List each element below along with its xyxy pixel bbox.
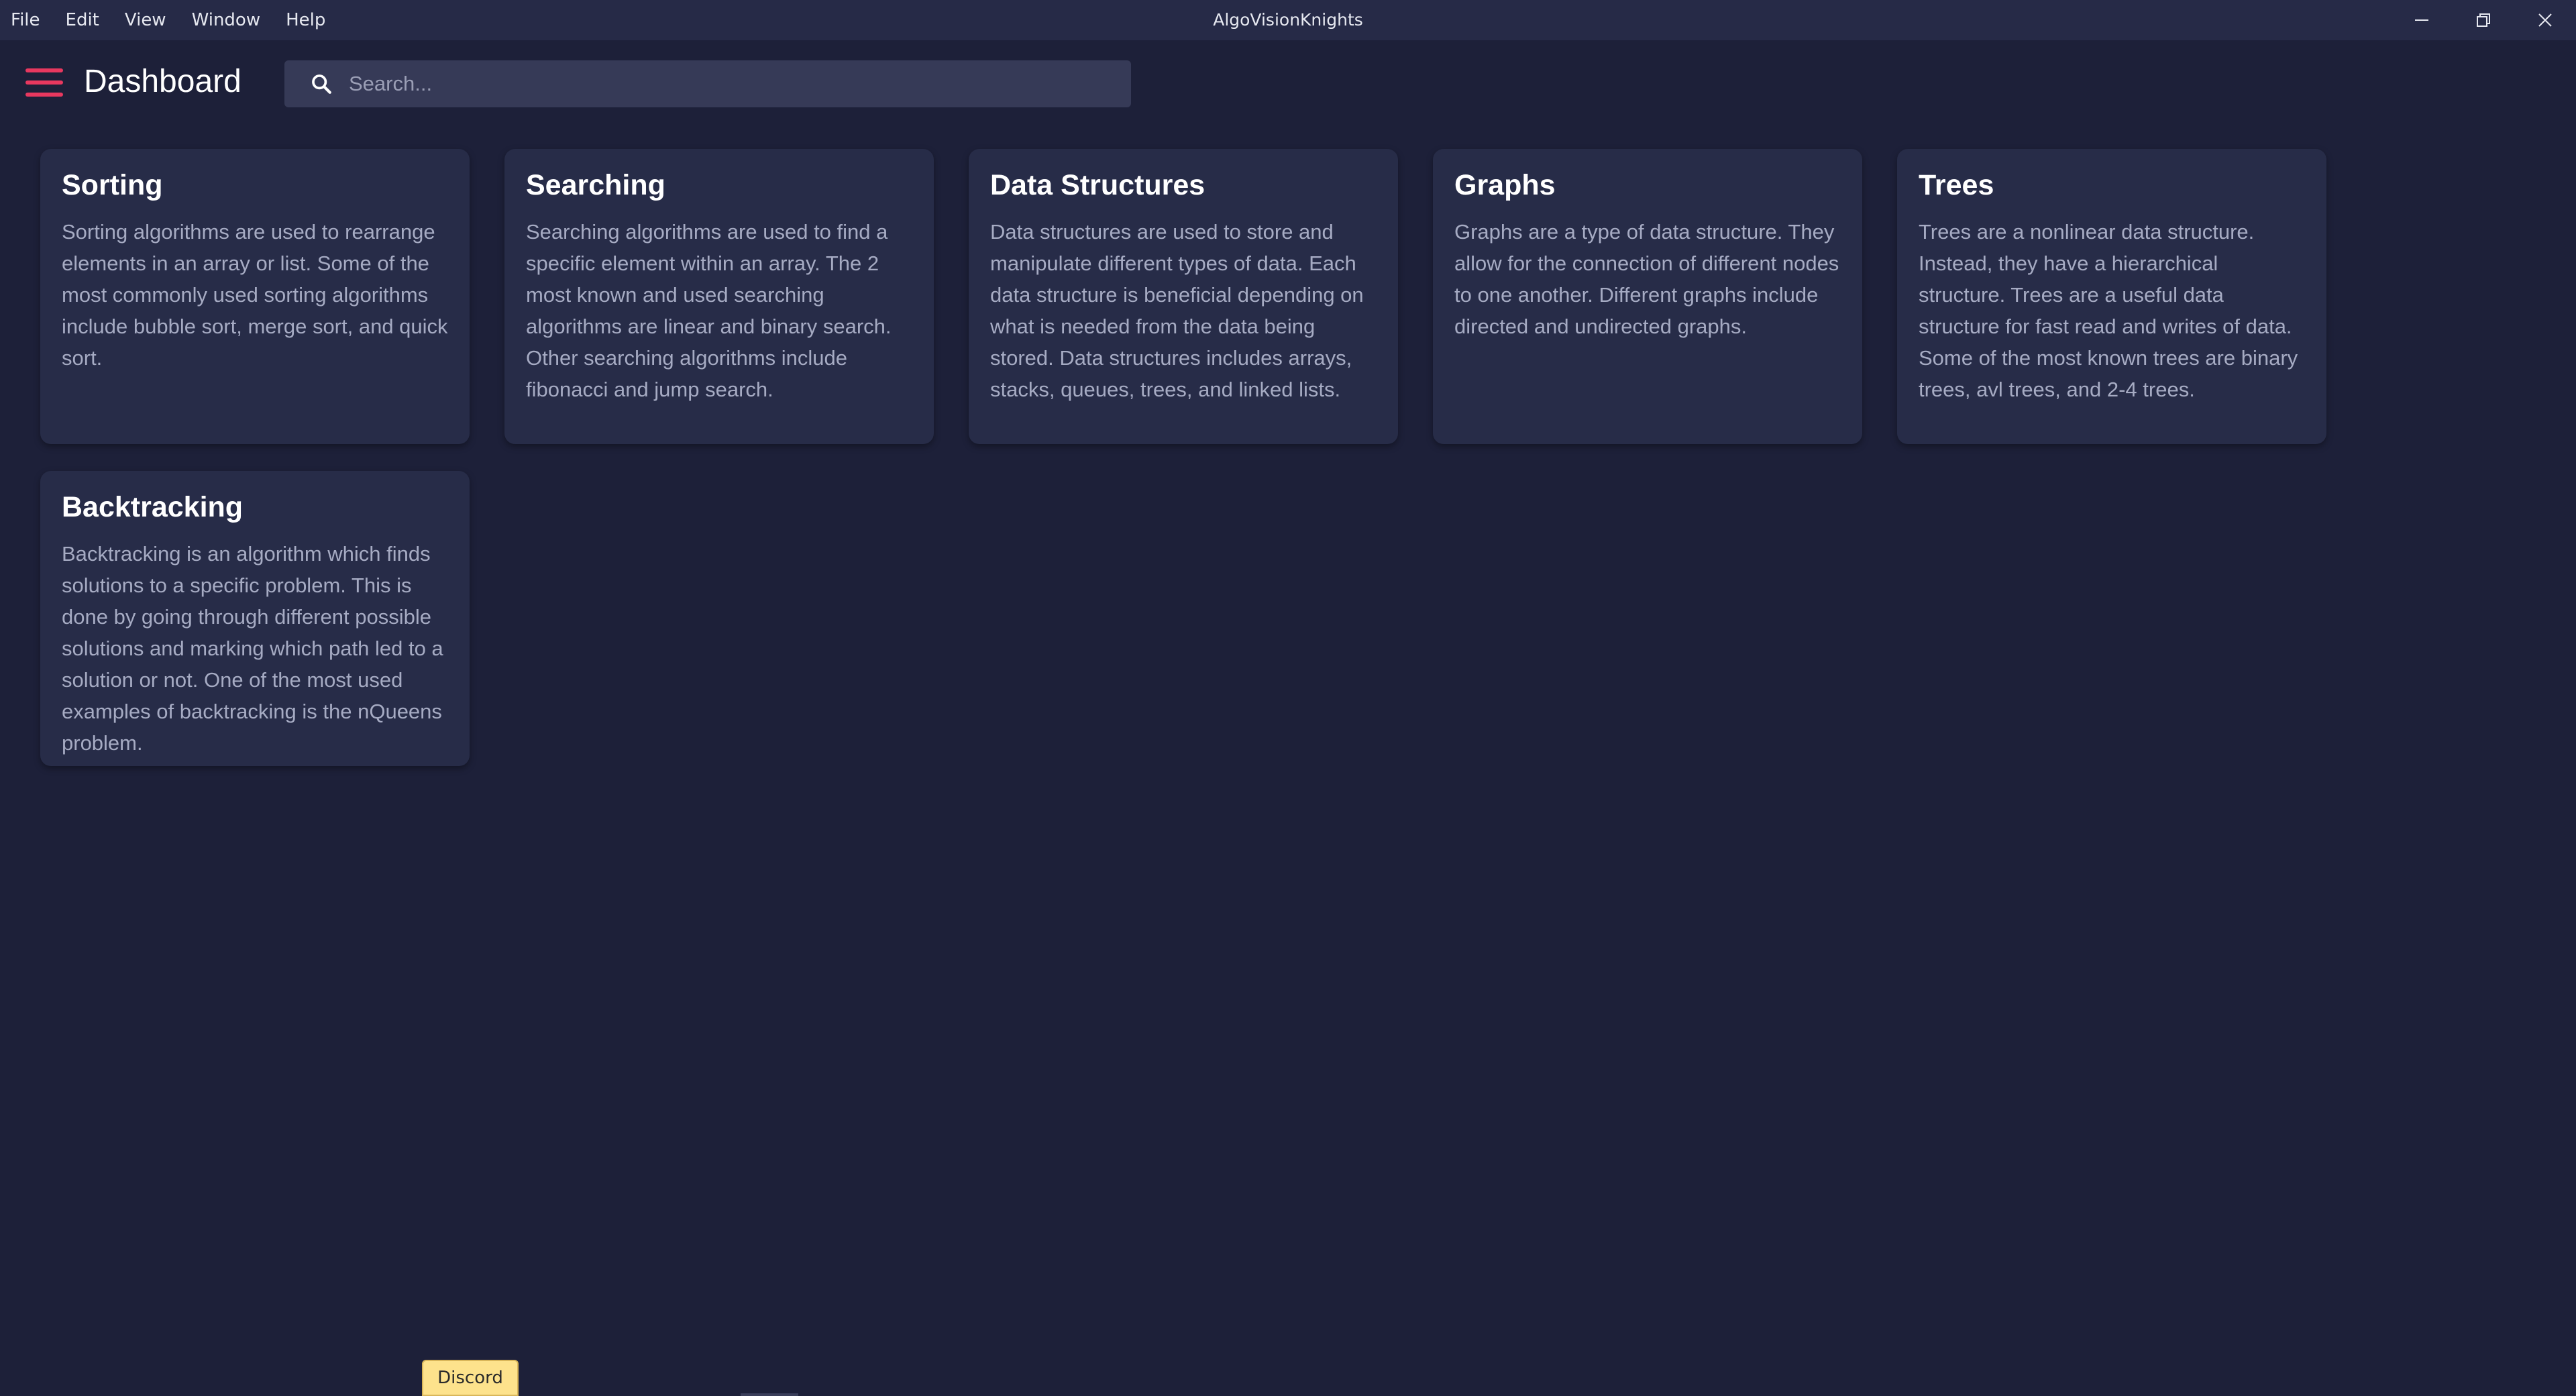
menu-view[interactable]: View [125, 10, 166, 30]
card-title: Searching [526, 169, 665, 201]
card-data-structures[interactable]: Data Structures Data structures are used… [969, 149, 1398, 444]
card-description: Data structures are used to store and ma… [990, 220, 1364, 401]
hamburger-line [25, 93, 63, 97]
card-title: Data Structures [990, 169, 1205, 201]
minimize-icon [2415, 19, 2428, 21]
search-input[interactable] [347, 64, 1131, 104]
app-header: Dashboard [0, 40, 2576, 127]
search-bar[interactable] [284, 60, 1131, 107]
menu-bar: File Edit View Window Help [0, 0, 351, 40]
title-bar: File Edit View Window Help AlgoVisionKni… [0, 0, 2576, 40]
close-button[interactable] [2514, 0, 2576, 40]
card-description: Graphs are a type of data structure. The… [1454, 220, 1839, 338]
window-title: AlgoVisionKnights [1213, 10, 1363, 30]
close-icon [2538, 13, 2552, 27]
card-title: Graphs [1454, 169, 1556, 201]
hamburger-line [25, 68, 63, 72]
restore-button[interactable] [2453, 0, 2514, 40]
card-description: Searching algorithms are used to find a … [526, 220, 892, 401]
menu-file[interactable]: File [11, 10, 40, 30]
window-controls [2391, 0, 2576, 40]
card-sorting[interactable]: Sorting Sorting algorithms are used to r… [40, 149, 470, 444]
card-title: Backtracking [62, 491, 244, 523]
card-backtracking[interactable]: Backtracking Backtracking is an algorith… [40, 471, 470, 766]
restore-icon [2477, 13, 2490, 27]
menu-window[interactable]: Window [192, 10, 261, 30]
minimize-button[interactable] [2391, 0, 2453, 40]
menu-help[interactable]: Help [286, 10, 325, 30]
card-graphs[interactable]: Graphs Graphs are a type of data structu… [1433, 149, 1862, 444]
hamburger-menu-icon[interactable] [25, 68, 63, 97]
discord-button[interactable]: Discord [422, 1360, 519, 1396]
card-title: Trees [1919, 169, 1994, 201]
card-description: Backtracking is an algorithm which finds… [62, 542, 443, 755]
bottom-handle [741, 1393, 798, 1396]
card-description: Trees are a nonlinear data structure. In… [1919, 220, 2298, 401]
hamburger-line [25, 80, 63, 85]
card-title: Sorting [62, 169, 163, 201]
page-title: Dashboard [84, 64, 241, 99]
search-icon [309, 71, 334, 97]
card-searching[interactable]: Searching Searching algorithms are used … [504, 149, 934, 444]
card-trees[interactable]: Trees Trees are a nonlinear data structu… [1897, 149, 2326, 444]
menu-edit[interactable]: Edit [66, 10, 99, 30]
card-description: Sorting algorithms are used to rearrange… [62, 220, 448, 370]
